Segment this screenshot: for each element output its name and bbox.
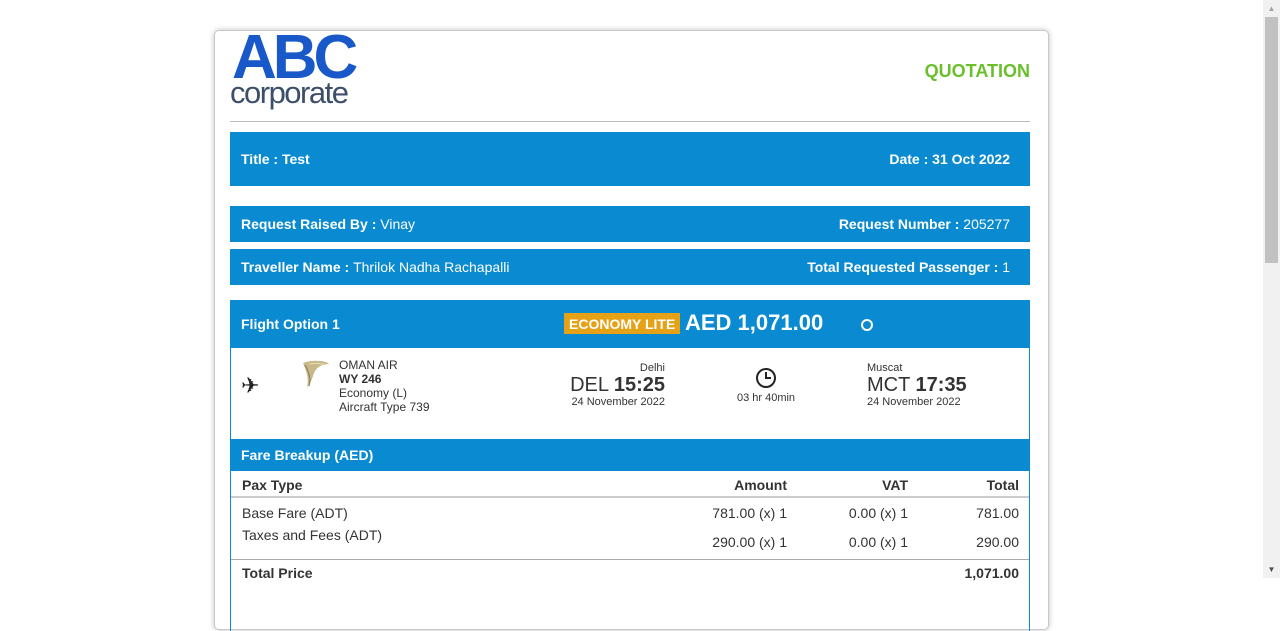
departure-date: 24 November 2022 xyxy=(571,396,665,408)
title-value: : Test xyxy=(273,151,310,167)
divider xyxy=(230,121,1030,122)
pax-type-cell: Taxes and Fees (ADT) xyxy=(242,527,383,543)
option-price: AED 1,071.00 xyxy=(685,310,824,335)
arrival-info: Muscat MCT 17:35 24 November 2022 xyxy=(867,362,977,408)
passenger-count-value: 1 xyxy=(1002,259,1010,275)
flight-number: WY 246 xyxy=(339,372,382,386)
traveller-bar: Traveller Name : Thrilok Nadha Rachapall… xyxy=(230,249,1030,285)
col-total: Total xyxy=(986,477,1019,493)
vat-cell: 0.00 (x) 1 xyxy=(848,534,908,550)
vertical-scrollbar[interactable]: ▲ ▼ xyxy=(1263,0,1280,578)
title-label: Title xyxy=(241,151,270,167)
departure-code: DEL xyxy=(570,374,609,396)
airline-name: OMAN AIR xyxy=(339,358,398,372)
fare-table-header: Pax Type Amount VAT Total xyxy=(231,471,1029,498)
col-vat: VAT xyxy=(882,477,908,493)
total-price-label: Total Price xyxy=(242,565,313,581)
duration-info: 03 hr 40min xyxy=(731,368,801,404)
airplane-icon: ✈ xyxy=(241,373,260,398)
flight-option-label: Flight Option 1 xyxy=(241,316,340,332)
scroll-down-icon[interactable]: ▼ xyxy=(1263,561,1280,578)
col-pax-type: Pax Type xyxy=(242,477,303,493)
cabin-class: Economy (L) xyxy=(339,386,408,400)
request-number-label: Request Number : xyxy=(838,216,964,232)
quotation-card: ABC corporate QUOTATION Title : Test Dat… xyxy=(214,27,1049,631)
departure-time: 15:25 xyxy=(613,374,665,396)
passenger-count-label: Total Requested Passenger : xyxy=(807,259,1003,275)
fare-table: Pax Type Amount VAT Total Base Fare (ADT… xyxy=(230,471,1030,631)
total-price-value: 1,071.00 xyxy=(964,565,1020,581)
company-logo: ABC corporate xyxy=(230,27,365,113)
total-cell: 781.00 xyxy=(976,505,1019,521)
arrival-city: Muscat xyxy=(867,362,903,374)
flight-duration: 03 hr 40min xyxy=(736,392,796,404)
fare-breakup-header: Fare Breakup (AED) xyxy=(230,439,1030,471)
logo-corporate: corporate xyxy=(230,75,349,110)
raised-by-label: Request Raised By : xyxy=(241,216,381,232)
traveller-name-value: Thrilok Nadha Rachapalli xyxy=(353,259,510,275)
page-title: QUOTATION xyxy=(924,61,1030,81)
clock-icon xyxy=(756,368,776,388)
traveller-name-label: Traveller Name : xyxy=(241,259,354,275)
scroll-up-icon[interactable]: ▲ xyxy=(1263,0,1280,17)
date-value: 31 Oct 2022 xyxy=(932,151,1010,167)
date-label: Date : xyxy=(889,151,933,167)
arrival-code: MCT xyxy=(867,374,910,396)
scrollbar-thumb[interactable] xyxy=(1265,17,1278,263)
arrival-date: 24 November 2022 xyxy=(867,396,961,408)
fare-class-badge: ECONOMY LITE xyxy=(564,313,681,334)
departure-city: Delhi xyxy=(639,362,665,374)
total-cell: 290.00 xyxy=(976,534,1019,550)
departure-info: Delhi DEL 15:25 24 November 2022 xyxy=(561,362,665,408)
flight-option-header: Flight Option 1 ECONOMY LITE AED 1,071.0… xyxy=(230,300,1030,348)
raised-by-value: Vinay xyxy=(380,216,416,232)
vat-cell: 0.00 (x) 1 xyxy=(848,505,908,521)
pax-type-cell: Base Fare (ADT) xyxy=(242,505,348,521)
arrival-time: 17:35 xyxy=(915,374,967,396)
select-option-radio[interactable] xyxy=(861,319,873,331)
amount-cell: 290.00 (x) 1 xyxy=(712,534,787,550)
request-bar: Request Raised By : Vinay Request Number… xyxy=(230,206,1030,242)
aircraft-type: Aircraft Type 739 xyxy=(339,400,430,414)
request-number-value: 205277 xyxy=(963,216,1010,232)
flight-segment: ✈ OMAN AIR WY 246 Economy (L) Aircraft T… xyxy=(230,348,1030,439)
airline-info: OMAN AIR WY 246 Economy (L) Aircraft Typ… xyxy=(339,358,430,414)
amount-cell: 781.00 (x) 1 xyxy=(712,505,787,521)
title-bar: Title : Test Date : 31 Oct 2022 xyxy=(230,132,1030,186)
airline-logo-icon xyxy=(303,360,329,387)
col-amount: Amount xyxy=(734,477,787,493)
fare-breakup-title: Fare Breakup (AED) xyxy=(241,447,374,463)
total-divider xyxy=(231,559,1029,560)
